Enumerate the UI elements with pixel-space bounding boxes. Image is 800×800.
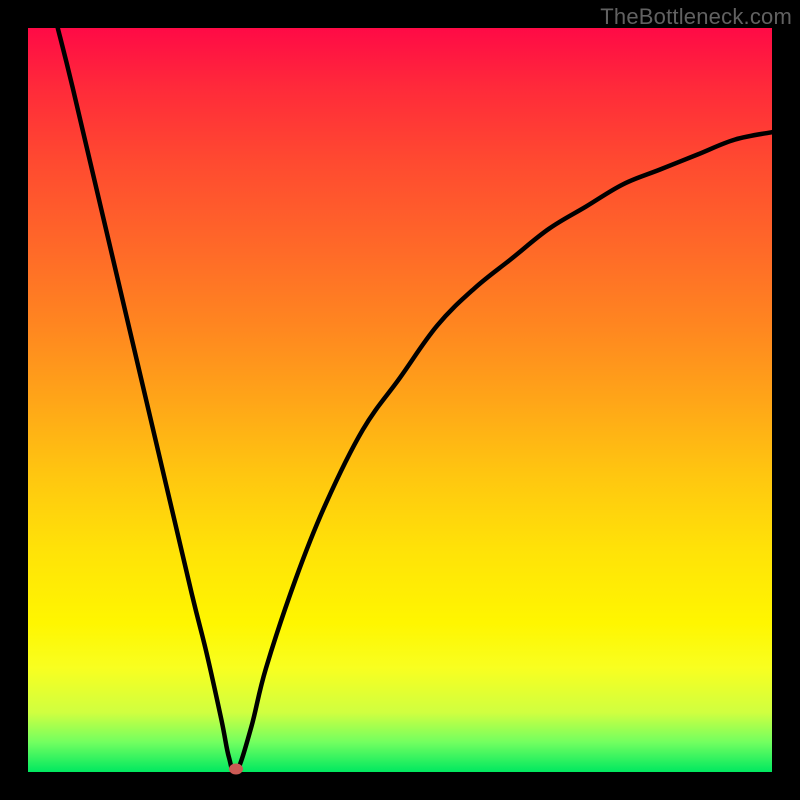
plot-area: [28, 28, 772, 772]
minimum-marker: [229, 764, 243, 775]
watermark-text: TheBottleneck.com: [600, 4, 792, 30]
bottleneck-curve: [28, 28, 772, 772]
chart-frame: TheBottleneck.com: [0, 0, 800, 800]
